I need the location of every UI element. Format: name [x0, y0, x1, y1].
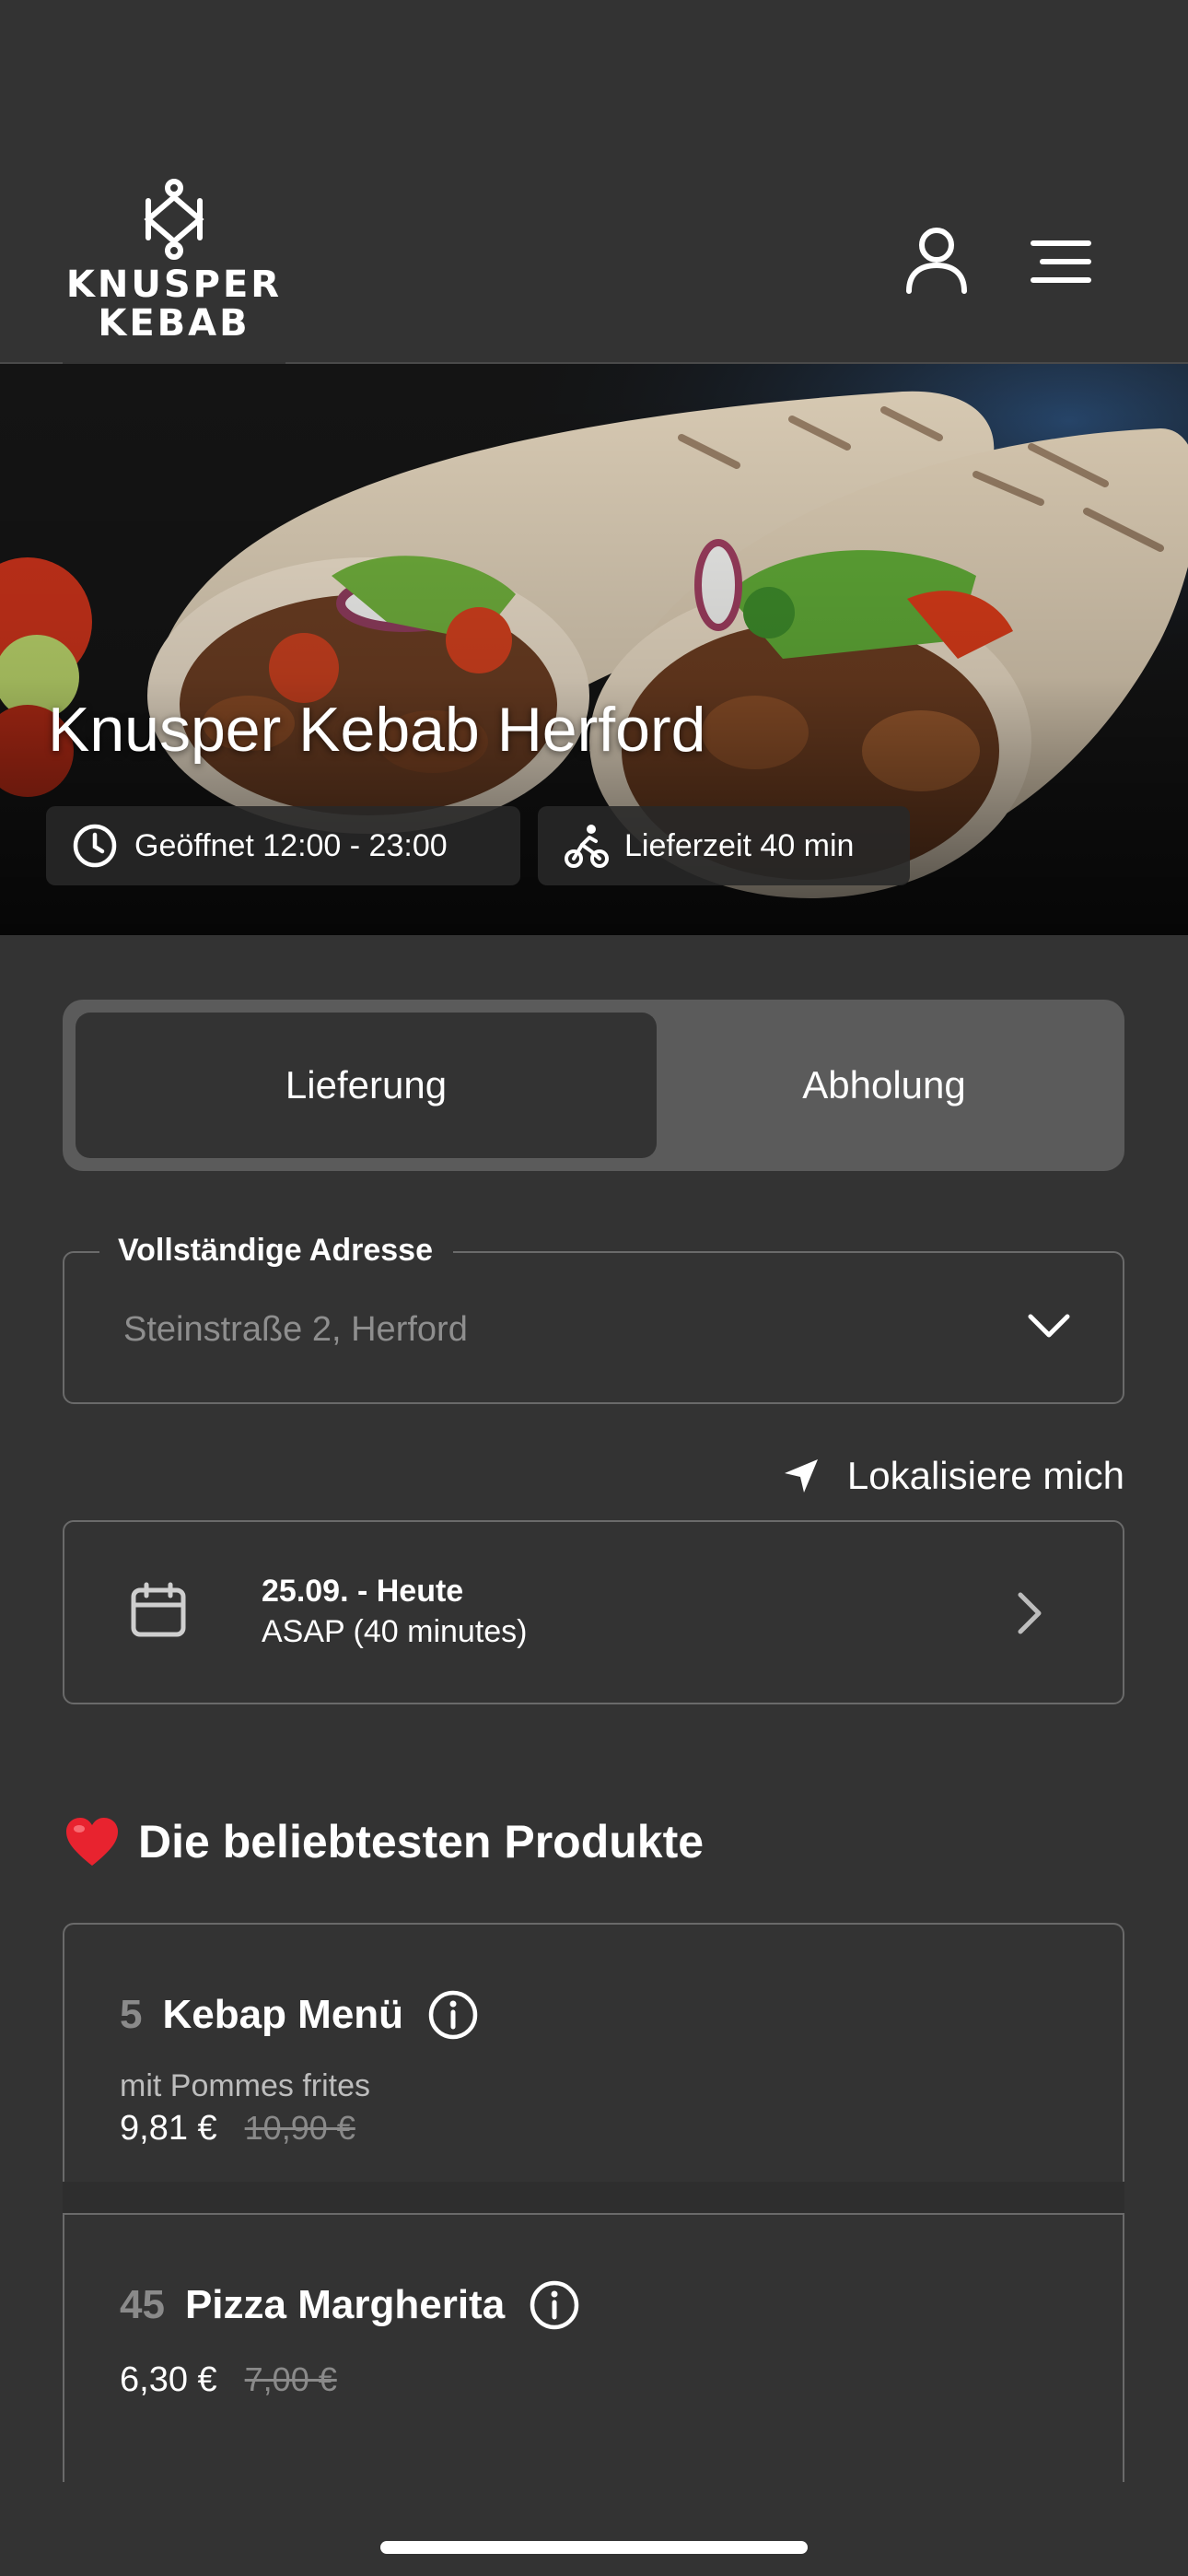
- heart-icon: [66, 1818, 118, 1866]
- product-number: 45: [120, 2282, 165, 2327]
- brand-logo[interactable]: KNUSPER KEBAB: [63, 162, 285, 372]
- order-mode-toggle: Lieferung Abholung: [63, 1000, 1124, 1171]
- card-divider: [63, 2182, 1124, 2213]
- address-label: Vollständige Adresse: [99, 1233, 453, 1269]
- locate-me-button[interactable]: Lokalisiere mich: [755, 1448, 1124, 1504]
- tab-delivery[interactable]: Lieferung: [76, 1013, 657, 1158]
- locate-me-label: Lokalisiere mich: [846, 1454, 1124, 1497]
- selected-date: 25.09. - Heute: [262, 1574, 464, 1609]
- logo-wordmark: KNUSPER KEBAB: [66, 265, 282, 343]
- tab-pickup[interactable]: Abholung: [657, 1013, 1112, 1158]
- clock-icon: [73, 824, 117, 868]
- chevron-right-icon: [1018, 1592, 1042, 1634]
- delivery-time-badge: Lieferzeit 40 min: [538, 806, 910, 885]
- logo-line-2: KEBAB: [98, 302, 250, 345]
- product-name: Kebap Menü: [162, 1992, 404, 2037]
- address-select[interactable]: Vollständige Adresse Steinstraße 2, Herf…: [63, 1233, 1124, 1404]
- current-price: 6,30 €: [120, 2360, 217, 2399]
- popular-products-heading: Die beliebtesten Produkte: [64, 1815, 704, 1868]
- product-header: 45 Pizza Margherita: [120, 2279, 580, 2331]
- chevron-down-icon[interactable]: [1026, 1310, 1072, 1341]
- opening-hours-badge: Geöffnet 12:00 - 23:00: [46, 806, 520, 885]
- hero-banner: Knusper Kebab Herford Geöffnet 12:00 - 2…: [0, 364, 1188, 935]
- bicycle-rider-icon: [565, 825, 609, 868]
- product-price: 9,81 € 10,90 €: [120, 2109, 355, 2149]
- original-price: 7,00 €: [244, 2360, 337, 2398]
- info-icon[interactable]: [529, 2279, 580, 2331]
- restaurant-name: Knusper Kebab Herford: [48, 695, 706, 765]
- current-price: 9,81 €: [120, 2109, 217, 2148]
- product-header: 5 Kebap Menü: [120, 1989, 479, 2041]
- logo-line-1: KNUSPER: [65, 263, 283, 306]
- product-number: 5: [120, 1992, 143, 2037]
- info-icon[interactable]: [427, 1989, 479, 2041]
- home-indicator[interactable]: [380, 2541, 808, 2554]
- product-price: 6,30 € 7,00 €: [120, 2360, 337, 2400]
- delivery-time-text: Lieferzeit 40 min: [624, 827, 855, 863]
- delivery-time-selector[interactable]: 25.09. - Heute ASAP (40 minutes): [63, 1520, 1124, 1704]
- logo-mark-icon: [144, 179, 204, 260]
- hamburger-menu-icon[interactable]: [1030, 238, 1092, 286]
- popular-products-title: Die beliebtesten Produkte: [138, 1816, 705, 1868]
- original-price: 10,90 €: [244, 2109, 355, 2147]
- selected-time: ASAP (40 minutes): [262, 1614, 528, 1649]
- product-card[interactable]: 45 Pizza Margherita 6,30 € 7,00 €: [63, 2213, 1124, 2482]
- location-arrow-icon: [784, 1459, 818, 1493]
- product-card[interactable]: 5 Kebap Menü mit Pommes frites 9,81 € 10…: [63, 1923, 1124, 2190]
- calendar-icon: [131, 1582, 186, 1637]
- address-value[interactable]: Steinstraße 2, Herford: [123, 1310, 468, 1350]
- opening-hours-text: Geöffnet 12:00 - 23:00: [134, 827, 448, 863]
- user-icon[interactable]: [904, 227, 969, 295]
- product-name: Pizza Margherita: [184, 2282, 506, 2327]
- product-description: mit Pommes frites: [120, 2068, 371, 2103]
- app-header: KNUSPER KEBAB: [0, 0, 1188, 372]
